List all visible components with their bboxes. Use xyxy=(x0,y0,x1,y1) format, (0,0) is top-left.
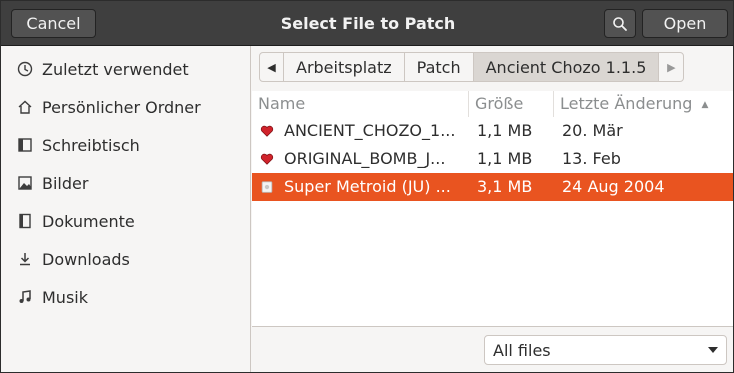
path-scroll-right-button[interactable]: ▶ xyxy=(659,53,683,81)
sidebar-item-label: Musik xyxy=(42,287,88,307)
sidebar-item-label: Persönlicher Ordner xyxy=(42,97,201,117)
column-header-modified-label: Letzte Änderung xyxy=(560,94,693,113)
file-name: ANCIENT_CHOZO_1... xyxy=(284,121,456,140)
crumb-arbeitsplatz[interactable]: Arbeitsplatz xyxy=(284,53,405,81)
breadcrumb: ◀ Arbeitsplatz Patch Ancient Chozo 1.1.5… xyxy=(259,52,685,82)
heart-icon xyxy=(260,145,276,173)
chevron-left-icon: ◀ xyxy=(267,60,276,74)
sidebar-item-downloads[interactable]: Downloads xyxy=(1,240,250,278)
search-icon xyxy=(613,16,627,31)
sort-ascending-icon: ▲ xyxy=(701,100,709,110)
sidebar-item-label: Downloads xyxy=(42,249,130,269)
home-icon xyxy=(17,99,33,115)
file-browser: ◀ Arbeitsplatz Patch Ancient Chozo 1.1.5… xyxy=(252,46,733,372)
dialog-footer: All files xyxy=(252,326,733,372)
file-name: ORIGINAL_BOMB_J... xyxy=(284,149,446,168)
sidebar-item-label: Bilder xyxy=(42,173,89,193)
open-button[interactable]: Open xyxy=(642,9,728,38)
table-row[interactable]: ORIGINAL_BOMB_J... 1,1 MB 13. Feb xyxy=(252,145,733,173)
search-button[interactable] xyxy=(604,9,636,38)
places-sidebar: Zuletzt verwendet Persönlicher Ordner Sc… xyxy=(1,46,251,372)
file-size: 3,1 MB xyxy=(477,177,533,196)
file-icon xyxy=(260,173,276,201)
file-size: 1,1 MB xyxy=(477,149,533,168)
sidebar-item-label: Zuletzt verwendet xyxy=(42,59,189,79)
file-type-filter-value: All files xyxy=(493,340,551,360)
path-scroll-left-button[interactable]: ◀ xyxy=(260,53,284,81)
file-size: 1,1 MB xyxy=(477,121,533,140)
music-icon xyxy=(17,289,33,305)
sidebar-item-desktop[interactable]: Schreibtisch xyxy=(1,126,250,164)
file-chooser-dialog: Cancel Select File to Patch Open Zuletzt… xyxy=(0,0,734,373)
sidebar-item-home[interactable]: Persönlicher Ordner xyxy=(1,88,250,126)
sidebar-item-music[interactable]: Musik xyxy=(1,278,250,316)
column-header-size[interactable]: Größe xyxy=(469,91,554,117)
recent-icon xyxy=(17,61,33,77)
file-modified: 20. Mär xyxy=(562,121,623,140)
table-row[interactable]: ANCIENT_CHOZO_1... 1,1 MB 20. Mär xyxy=(252,117,733,145)
sidebar-item-recent[interactable]: Zuletzt verwendet xyxy=(1,50,250,88)
path-bar: ◀ Arbeitsplatz Patch Ancient Chozo 1.1.5… xyxy=(252,46,733,96)
sidebar-item-documents[interactable]: Dokumente xyxy=(1,202,250,240)
table-row-selected[interactable]: Super Metroid (JU) ... 3,1 MB 24 Aug 200… xyxy=(252,173,733,201)
pictures-icon xyxy=(17,175,33,191)
file-modified: 24 Aug 2004 xyxy=(562,177,665,196)
file-modified: 13. Feb xyxy=(562,149,621,168)
documents-icon xyxy=(17,213,33,229)
column-header-name[interactable]: Name xyxy=(252,91,469,117)
desktop-icon xyxy=(17,137,33,153)
cancel-button[interactable]: Cancel xyxy=(11,9,96,38)
file-type-filter-select[interactable]: All files xyxy=(484,335,727,365)
dialog-title: Select File to Patch xyxy=(280,14,456,33)
crumb-patch[interactable]: Patch xyxy=(405,53,474,81)
file-list: Name Größe Letzte Änderung ▲ ANCIENT_CHO… xyxy=(252,91,733,326)
column-header-modified[interactable]: Letzte Änderung ▲ xyxy=(554,91,733,117)
downloads-icon xyxy=(17,251,33,267)
file-name: Super Metroid (JU) ... xyxy=(284,177,451,196)
sidebar-item-label: Dokumente xyxy=(42,211,135,231)
dropdown-arrow-icon xyxy=(708,347,718,353)
heart-icon xyxy=(260,117,276,145)
sidebar-item-label: Schreibtisch xyxy=(42,135,140,155)
sidebar-item-pictures[interactable]: Bilder xyxy=(1,164,250,202)
chevron-right-icon: ▶ xyxy=(667,60,676,74)
header-bar: Cancel Select File to Patch Open xyxy=(1,1,733,46)
crumb-current-folder[interactable]: Ancient Chozo 1.1.5 xyxy=(473,53,660,81)
